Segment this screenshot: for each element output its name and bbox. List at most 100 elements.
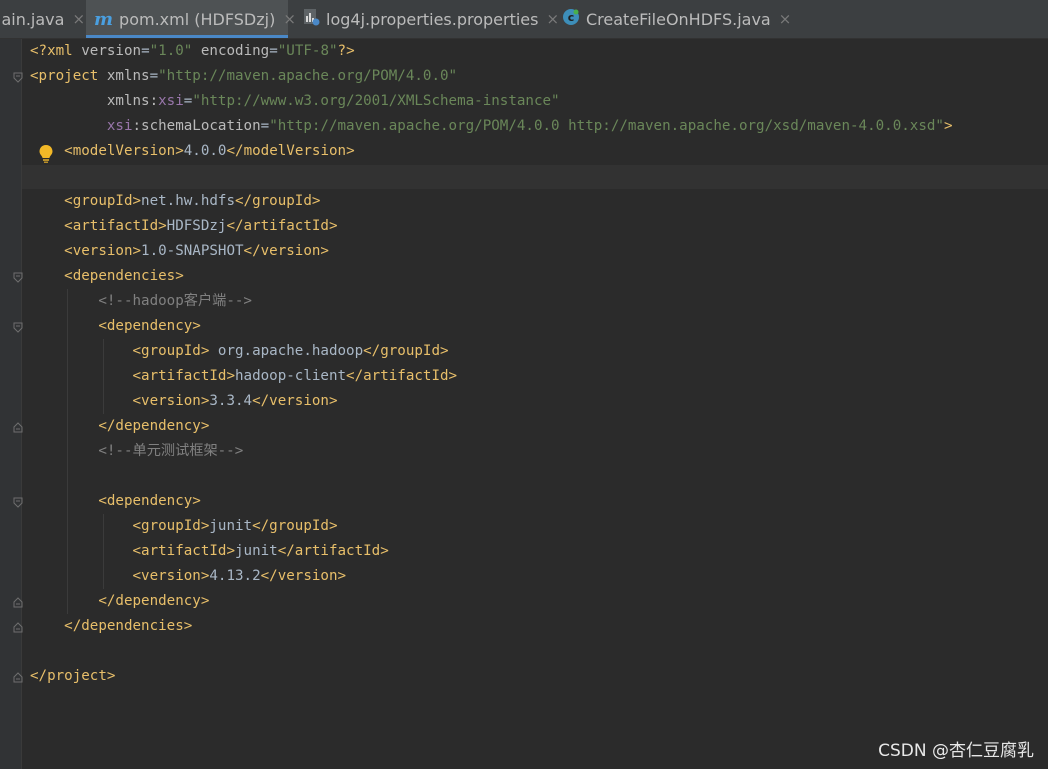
tab-main-java[interactable]: lain.java × <box>0 0 85 38</box>
open-tag: <artifactId> <box>132 368 236 384</box>
fold-collapse-icon[interactable] <box>13 72 23 83</box>
code-line-10[interactable]: <dependencies> <box>30 264 184 289</box>
open-tag: <groupId> <box>132 343 210 359</box>
close-tag: </version> <box>252 393 338 409</box>
close-tag: </groupId> <box>363 343 449 359</box>
close-tag: </dependency> <box>98 593 210 609</box>
fold-expand-end-icon[interactable] <box>13 422 23 433</box>
element-text: hadoop-client <box>235 368 347 384</box>
code-line-5[interactable]: <modelVersion>4.0.0</modelVersion> <box>30 139 355 164</box>
equals-sign: = <box>149 68 159 84</box>
xml-comment: <!--单元测试框架--> <box>98 443 244 459</box>
element-text: 4.13.2 <box>209 568 261 584</box>
element-text: net.hw.hdfs <box>141 193 236 209</box>
tab-log4j-properties[interactable]: log4j.properties.properties × <box>298 0 559 38</box>
open-tag: <version> <box>132 393 210 409</box>
close-tag: </version> <box>260 568 347 584</box>
code-line-24[interactable]: </dependencies> <box>30 614 192 639</box>
attribute-value: "http://www.w3.org/2001/XMLSchema-instan… <box>192 93 560 109</box>
code-line-12[interactable]: <dependency> <box>30 314 201 339</box>
fold-expand-end-icon[interactable] <box>13 672 23 683</box>
code-line-17[interactable]: <!--单元测试框架--> <box>30 439 243 464</box>
code-line-1[interactable]: <?xml version="1.0" encoding="UTF-8"?> <box>30 39 355 64</box>
code-line-14[interactable]: <artifactId>hadoop-client</artifactId> <box>30 364 458 389</box>
open-tag: <dependency> <box>98 493 201 509</box>
code-line-19[interactable]: <dependency> <box>30 489 201 514</box>
close-icon[interactable]: × <box>779 10 792 28</box>
watermark: CSDN @杏仁豆腐乳 <box>878 741 1034 761</box>
code-line-21[interactable]: <artifactId>junit</artifactId> <box>30 539 389 564</box>
attribute-name: xmlns <box>98 68 150 84</box>
fold-collapse-icon[interactable] <box>13 497 23 508</box>
open-tag: <version> <box>132 568 210 584</box>
element-text: 1.0-SNAPSHOT <box>141 243 244 259</box>
code-line-8[interactable]: <artifactId>HDFSDzj</artifactId> <box>30 214 338 239</box>
editor-gutter <box>0 39 22 769</box>
open-tag: <modelVersion> <box>64 143 184 159</box>
close-icon[interactable]: × <box>546 10 559 28</box>
code-line-2[interactable]: <project xmlns="http://maven.apache.org/… <box>30 64 457 89</box>
attribute-value: "http://maven.apache.org/POM/4.0.0" <box>158 68 458 84</box>
properties-file-icon <box>302 8 320 30</box>
code-line-22[interactable]: <version>4.13.2</version> <box>30 564 347 589</box>
code-line-7[interactable]: <groupId>net.hw.hdfs</groupId> <box>30 189 320 214</box>
close-tag: </modelVersion> <box>226 143 355 159</box>
element-text: 3.3.4 <box>209 393 253 409</box>
gutter-divider <box>21 39 22 769</box>
tab-label: CreateFileOnHDFS.java <box>586 9 771 29</box>
code-line-26[interactable]: </project> <box>30 664 115 689</box>
code-line-9[interactable]: <version>1.0-SNAPSHOT</version> <box>30 239 329 264</box>
close-tag: </version> <box>243 243 329 259</box>
fold-expand-end-icon[interactable] <box>13 597 23 608</box>
close-tag: </dependencies> <box>64 618 193 634</box>
code-line-4[interactable]: xsi:schemaLocation="http://maven.apache.… <box>30 114 953 139</box>
code-line-3[interactable]: xmlns:xsi="http://www.w3.org/2001/XMLSch… <box>30 89 560 114</box>
tag-name: project <box>38 68 99 84</box>
code-line-23[interactable]: </dependency> <box>30 589 209 614</box>
attribute-name: encoding <box>192 43 270 59</box>
close-icon[interactable]: × <box>72 10 85 28</box>
code-editor[interactable]: <?xml version="1.0" encoding="UTF-8"?> <… <box>0 39 1048 769</box>
code-line-13[interactable]: <groupId> org.apache.hadoop</groupId> <box>30 339 449 364</box>
fold-expand-end-icon[interactable] <box>13 622 23 633</box>
close-tag: </project> <box>30 668 116 684</box>
code-line-15[interactable]: <version>3.3.4</version> <box>30 389 338 414</box>
namespace-prefix: xsi <box>106 118 133 134</box>
xml-declaration-name: xml <box>47 43 73 59</box>
attribute-value: "1.0" <box>149 43 193 59</box>
tag-bracket: > <box>943 118 953 134</box>
tab-createfileonhdfs-java[interactable]: c CreateFileOnHDFS.java × <box>560 0 792 38</box>
code-line-11[interactable]: <!--hadoop客户端--> <box>30 289 252 314</box>
element-text: org.apache.hadoop <box>209 343 364 359</box>
close-icon[interactable]: × <box>283 10 296 28</box>
xml-comment: <!--hadoop客户端--> <box>98 293 252 309</box>
element-text: junit <box>235 543 278 559</box>
maven-icon: m <box>94 8 114 30</box>
svg-text:c: c <box>568 11 575 24</box>
code-line-20[interactable]: <groupId>junit</groupId> <box>30 514 338 539</box>
open-tag: <groupId> <box>64 193 142 209</box>
fold-collapse-icon[interactable] <box>13 322 23 333</box>
open-tag: <groupId> <box>132 518 210 534</box>
fold-collapse-icon[interactable] <box>13 272 23 283</box>
tab-pom-xml[interactable]: m pom.xml (HDFSDzj) × <box>86 0 296 38</box>
close-tag: </artifactId> <box>226 218 338 234</box>
equals-sign: = <box>269 43 278 59</box>
code-line-16[interactable]: </dependency> <box>30 414 209 439</box>
tab-label: pom.xml (HDFSDzj) <box>119 9 276 29</box>
open-tag: <artifactId> <box>64 218 167 234</box>
